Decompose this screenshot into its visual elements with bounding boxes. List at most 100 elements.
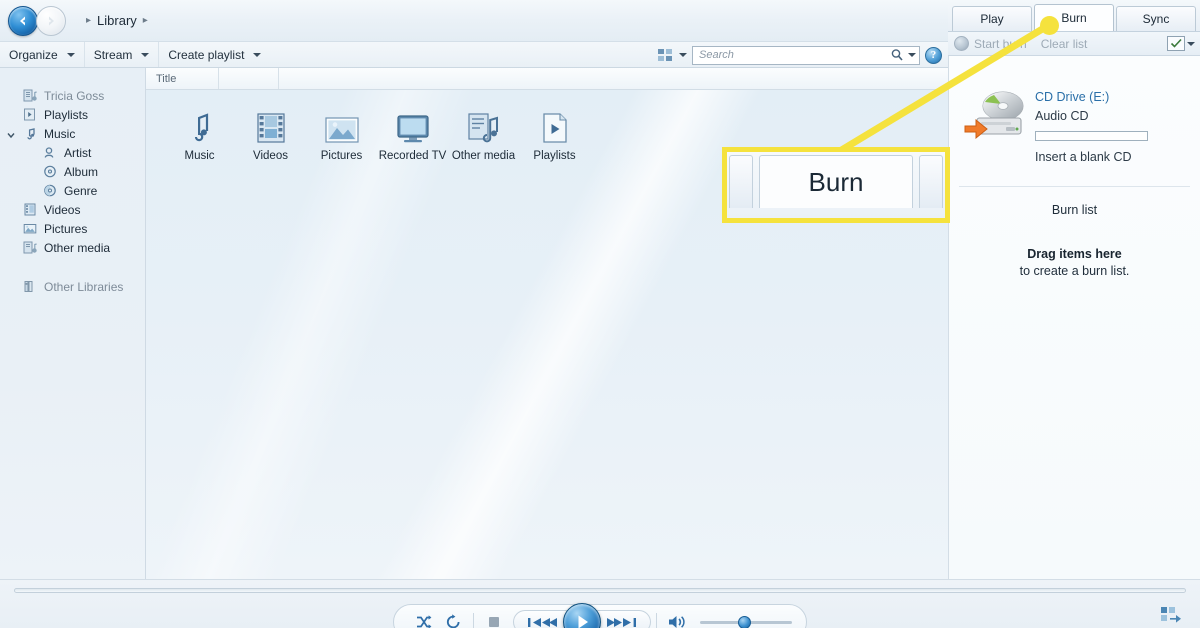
sidebar-item-album[interactable]: Album — [0, 162, 145, 181]
sidebar-item-label: Playlists — [44, 107, 89, 122]
organize-menu[interactable]: Organize — [0, 42, 85, 67]
sidebar-item-tricia-goss[interactable]: Tricia Goss — [0, 86, 145, 105]
chevron-down-icon — [141, 52, 150, 57]
tab-sync[interactable]: Sync — [1116, 6, 1196, 31]
burn-list-drop-area[interactable]: Drag items here to create a burn list. — [963, 247, 1186, 278]
view-options-chevron-down-icon[interactable] — [679, 53, 687, 57]
volume-icon — [669, 616, 685, 628]
next-button[interactable] — [594, 610, 651, 628]
cd-drive-name[interactable]: CD Drive (E:) — [1035, 90, 1148, 104]
mute-button[interactable] — [662, 609, 692, 628]
sidebar-item-label: Artist — [64, 145, 92, 160]
repeat-button[interactable] — [438, 609, 468, 628]
clear-list-button[interactable]: Clear list — [1041, 37, 1088, 51]
sidebar-item-artist[interactable]: Artist — [0, 143, 145, 162]
view-options-button[interactable] — [657, 48, 674, 63]
tile-recorded-tv[interactable]: Recorded TV — [377, 104, 448, 162]
callout-burn-tab[interactable]: Burn — [759, 155, 913, 208]
drop-secondary-text: to create a burn list. — [1019, 264, 1130, 278]
stream-menu[interactable]: Stream — [85, 42, 160, 67]
videos-icon — [22, 203, 38, 217]
tile-label: Other media — [451, 150, 516, 162]
library-user-icon — [22, 89, 38, 103]
sidebar-item-other-media[interactable]: Other media — [0, 238, 145, 257]
tile-playlists[interactable]: Playlists — [519, 104, 590, 162]
search-icon — [891, 49, 903, 61]
sidebar-item-label: Tricia Goss — [44, 88, 105, 103]
forward-button[interactable] — [36, 5, 66, 36]
cd-drive-status: Insert a blank CD — [1035, 150, 1132, 164]
music-note-icon — [185, 104, 215, 144]
sidebar-item-genre[interactable]: Genre — [0, 181, 145, 200]
burn-options-chevron-down-icon[interactable] — [1187, 41, 1195, 46]
breadcrumb[interactable]: ▸ Library ▸ — [80, 13, 154, 28]
playback-control-bar — [0, 579, 1200, 628]
back-arrow-icon — [20, 16, 25, 25]
play-button[interactable] — [563, 603, 601, 628]
drop-primary-text: Drag items here — [1027, 247, 1122, 261]
tile-music[interactable]: Music — [164, 104, 235, 162]
search-input[interactable]: Search — [692, 45, 920, 65]
sidebar-item-playlists[interactable]: Playlists — [0, 105, 145, 124]
column-header-blank[interactable] — [219, 68, 279, 89]
help-button[interactable]: ? — [925, 46, 942, 64]
sidebar-item-pictures[interactable]: Pictures — [0, 219, 145, 238]
pictures-icon — [22, 222, 38, 236]
tile-label: Videos — [253, 150, 288, 162]
tile-label: Pictures — [320, 150, 363, 162]
organize-label: Organize — [9, 47, 58, 62]
help-label: ? — [930, 49, 937, 61]
start-burn-button[interactable]: Start burn — [954, 36, 1027, 51]
tile-label: Playlists — [533, 150, 576, 162]
shuffle-button[interactable] — [408, 609, 438, 628]
stop-button[interactable] — [479, 609, 509, 628]
burn-tab-callout: Burn — [722, 147, 950, 223]
sidebar-item-videos[interactable]: Videos — [0, 200, 145, 219]
tile-videos[interactable]: Videos — [235, 104, 306, 162]
callout-magnified-tabs: Burn — [727, 152, 945, 218]
callout-burn-label: Burn — [808, 166, 864, 197]
cd-drive-icon — [963, 86, 1035, 148]
burn-options-button[interactable] — [1167, 36, 1185, 51]
stream-label: Stream — [93, 47, 133, 62]
genre-icon — [42, 184, 58, 198]
media-player-window: ▸ Library ▸ Organize Stream Create playl… — [0, 0, 1200, 628]
burn-list-title: Burn list — [1051, 203, 1098, 217]
breadcrumb-chevron-right-icon[interactable]: ▸ — [143, 15, 148, 26]
sidebar-item-music[interactable]: Music — [0, 124, 145, 143]
tab-label: Burn — [1061, 11, 1087, 25]
search-chevron-down-icon[interactable] — [908, 53, 916, 57]
cd-drive-block: CD Drive (E:) Audio CD Insert a blank CD — [949, 56, 1200, 164]
create-playlist-menu[interactable]: Create playlist — [159, 42, 270, 67]
column-header-title[interactable]: Title — [146, 68, 219, 89]
tab-play[interactable]: Play — [952, 6, 1032, 31]
back-button[interactable] — [8, 5, 38, 36]
control-divider — [473, 613, 474, 628]
other-libraries-icon — [22, 280, 38, 294]
chevron-down-icon[interactable] — [6, 129, 16, 139]
forward-arrow-icon — [49, 16, 54, 25]
cd-drive-type: Audio CD — [1035, 109, 1089, 123]
search-placeholder: Search — [699, 49, 734, 61]
sidebar-item-other-libraries[interactable]: Other Libraries — [0, 277, 145, 296]
switch-to-now-playing-button[interactable] — [1160, 606, 1182, 627]
sidebar-item-label: Genre — [64, 183, 98, 198]
navigation-sidebar: Tricia Goss Playlists Music Artist Album… — [0, 68, 146, 579]
breadcrumb-label[interactable]: Library — [97, 13, 137, 28]
tile-pictures[interactable]: Pictures — [306, 104, 377, 162]
tile-other-media[interactable]: Other media — [448, 104, 519, 162]
tab-label: Sync — [1142, 12, 1170, 26]
sidebar-item-label: Music — [44, 126, 76, 141]
panel-divider — [959, 186, 1190, 187]
navigation-buttons — [8, 5, 66, 36]
playlist-page-icon — [542, 104, 568, 144]
callout-dot-marker — [1040, 16, 1059, 35]
sidebar-item-label: Other media — [44, 240, 111, 255]
toolbar-right-group: Search ? — [657, 42, 948, 68]
volume-knob[interactable] — [738, 615, 751, 628]
control-divider — [656, 613, 657, 628]
repeat-icon — [446, 614, 459, 628]
seek-slider[interactable] — [14, 588, 1186, 593]
volume-slider[interactable] — [700, 612, 792, 628]
previous-button[interactable] — [513, 610, 570, 628]
